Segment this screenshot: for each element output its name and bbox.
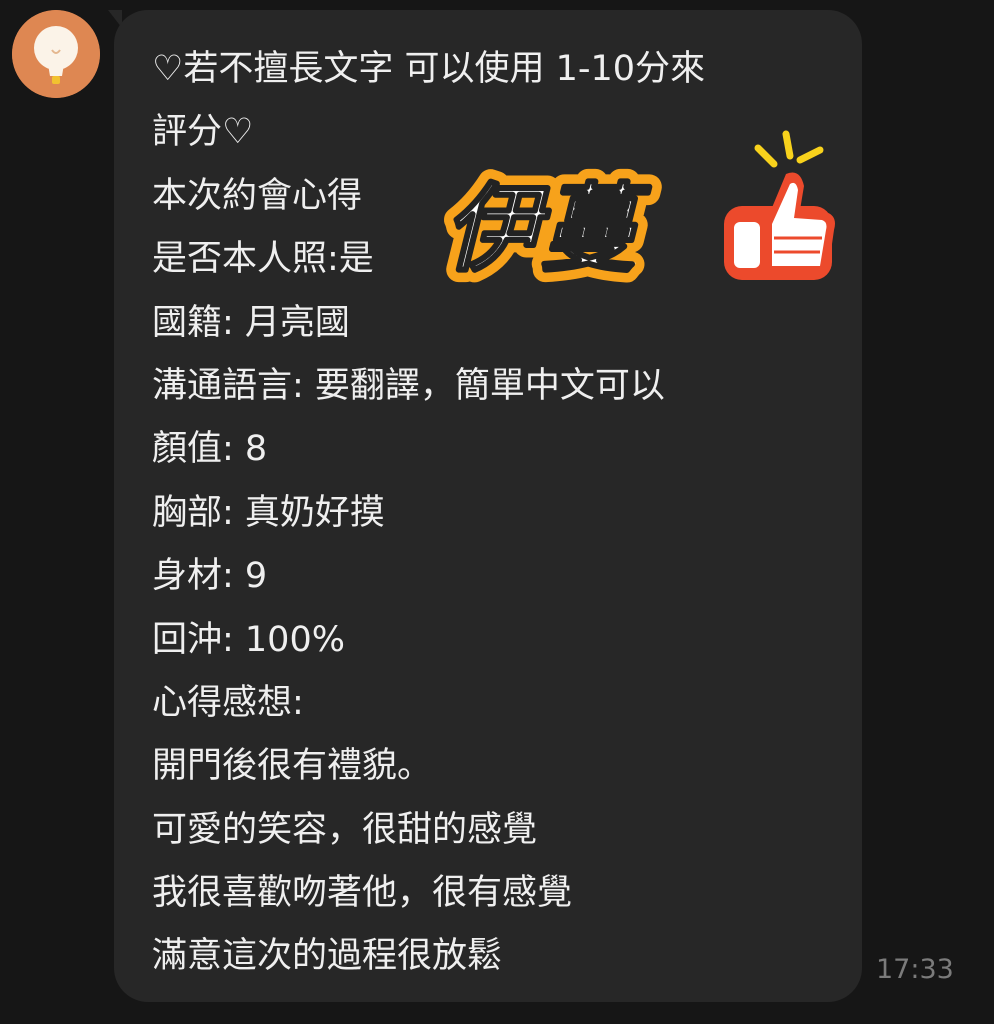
message-line: 心得感想:	[152, 682, 304, 723]
sticker-graphic: 伊蔓 伊蔓	[433, 130, 835, 296]
message-line: 顏值: 8	[152, 429, 268, 470]
lightbulb-avatar-icon	[12, 10, 100, 98]
message-line: 國籍: 月亮國	[152, 302, 350, 343]
message-line: 胸部: 真奶好摸	[152, 492, 385, 533]
message-line: 身材: 9	[152, 556, 268, 597]
sender-avatar[interactable]	[12, 10, 100, 98]
message-timestamp: 17:33	[876, 954, 954, 985]
message-line: 回沖: 100%	[152, 619, 345, 660]
sticker-name-text: 伊蔓	[444, 173, 652, 285]
message-line: 滿意這次的過程很放鬆	[152, 936, 503, 977]
message-line: 溝通語言: 要翻譯，簡單中文可以	[152, 365, 665, 406]
message-line: 可愛的笑容，很甜的感覺	[152, 809, 538, 850]
message-line: ♡若不擅長文字 可以使用 1-10分來	[152, 49, 706, 89]
thumbs-up-icon	[724, 130, 835, 280]
message-line: 我很喜歡吻著他，很有感覺	[152, 873, 573, 914]
message-line: 開門後很有禮貌。	[152, 746, 433, 787]
chat-screen: ♡若不擅長文字 可以使用 1-10分來 評分♡ 本次約會心得 是否本人照:是 國…	[0, 0, 994, 1024]
name-sticker[interactable]: 伊蔓 伊蔓	[428, 126, 848, 298]
